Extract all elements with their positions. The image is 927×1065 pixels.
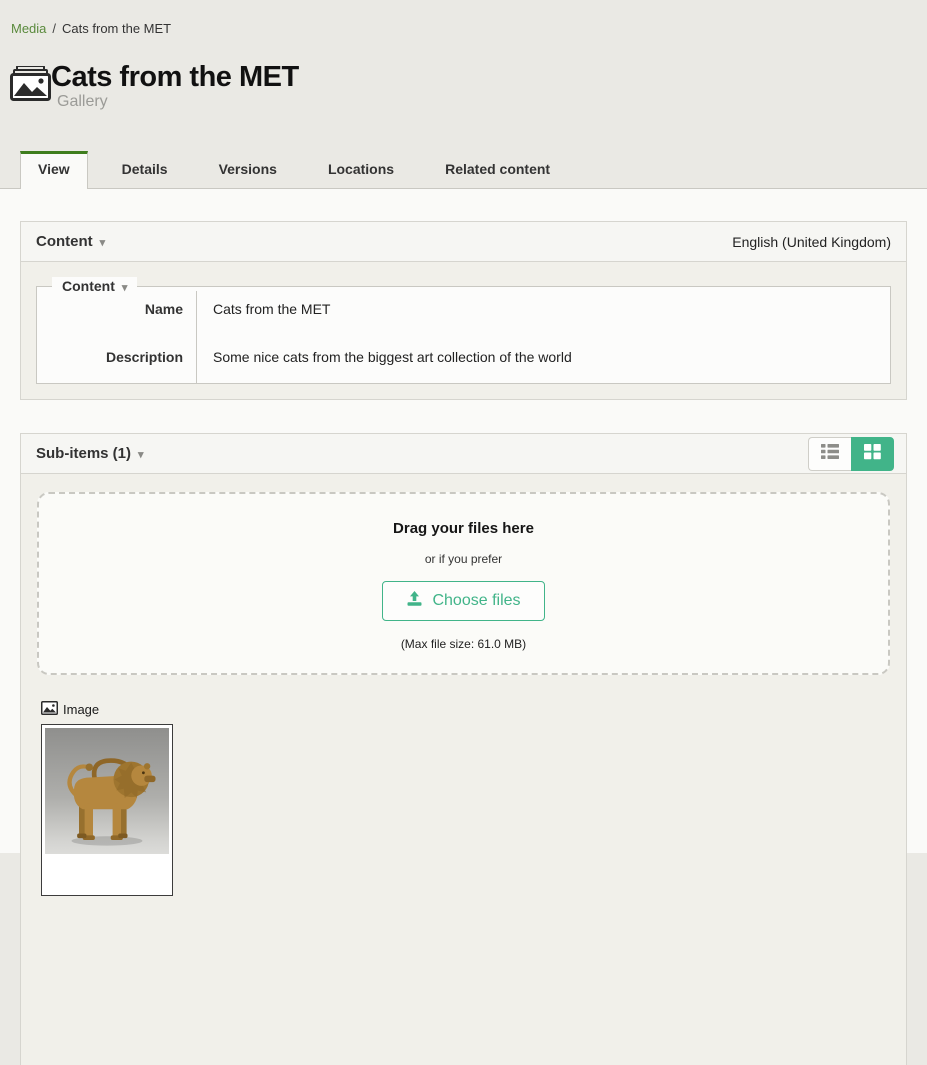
content-fieldset-legend-text: Content [62,278,115,294]
content-section-title-text: Content [36,233,93,250]
lion-photo [45,728,169,854]
content-section-header: Content ▾ English (United Kingdom) [21,222,906,262]
grid-view-icon [863,443,882,465]
field-value-name: Cats from the MET [197,291,890,329]
content-fieldset: Content ▾ Name Cats from the MET Descript… [36,277,891,384]
subitems-section-body: Drag your files here or if you prefer Ch… [21,474,906,896]
caret-down-icon[interactable]: ▾ [138,449,144,461]
subitems-section-title: Sub-items (1) ▾ [36,445,144,462]
choose-files-button[interactable]: Choose files [382,581,544,621]
media-item-type-label: Image [63,702,99,717]
media-item-thumbnail[interactable] [41,724,173,896]
tab-related-content[interactable]: Related content [428,152,567,188]
breadcrumb: Media / Cats from the MET [0,0,927,36]
subitems-section-header: Sub-items (1) ▾ [21,434,906,474]
tab-bar: View Details Versions Locations Related … [0,151,927,189]
dropzone-subtitle: or if you prefer [59,552,868,566]
page-title: Cats from the MET [51,62,299,92]
field-value-description: Some nice cats from the biggest art coll… [197,329,890,383]
file-dropzone[interactable]: Drag your files here or if you prefer Ch… [37,492,890,675]
tab-locations[interactable]: Locations [311,152,411,188]
choose-files-label: Choose files [432,592,520,610]
breadcrumb-separator: / [52,21,56,36]
field-label-name: Name [37,291,197,329]
content-type-label: Gallery [57,93,299,111]
field-label-description: Description [37,329,197,383]
tab-versions[interactable]: Versions [202,152,294,188]
caret-down-icon[interactable]: ▾ [122,282,128,294]
language-indicator: English (United Kingdom) [732,234,891,250]
content-section-body: Content ▾ Name Cats from the MET Descript… [21,262,906,399]
content-fieldset-legend: Content ▾ [52,277,137,295]
image-icon [41,701,58,718]
lion-sculpture-image [51,742,163,854]
field-row-description: Description Some nice cats from the bigg… [37,329,890,383]
page-header: Cats from the MET Gallery [10,62,917,111]
subitems-section-title-text: Sub-items (1) [36,445,131,462]
media-item-type: Image [41,701,891,718]
field-table: Name Cats from the MET Description Some … [37,291,890,383]
list-view-button[interactable] [808,437,851,471]
content-section-title: Content ▾ [36,233,105,250]
dropzone-title: Drag your files here [59,520,868,537]
max-file-size-note: (Max file size: 61.0 MB) [59,637,868,651]
tab-view[interactable]: View [20,151,88,189]
title-block: Cats from the MET Gallery [51,62,299,111]
main-content: Content ▾ English (United Kingdom) Conten… [0,189,927,853]
breadcrumb-current: Cats from the MET [62,21,171,36]
content-section: Content ▾ English (United Kingdom) Conten… [20,221,907,400]
tab-details[interactable]: Details [105,152,185,188]
breadcrumb-link-media[interactable]: Media [11,21,46,36]
upload-icon [406,590,423,612]
caret-down-icon[interactable]: ▾ [100,237,106,249]
list-view-icon [820,443,840,465]
grid-view-button[interactable] [851,437,894,471]
gallery-icon [10,66,51,106]
view-toggle [808,437,894,471]
field-row-name: Name Cats from the MET [37,291,890,329]
subitems-section: Sub-items (1) ▾ [20,433,907,1065]
